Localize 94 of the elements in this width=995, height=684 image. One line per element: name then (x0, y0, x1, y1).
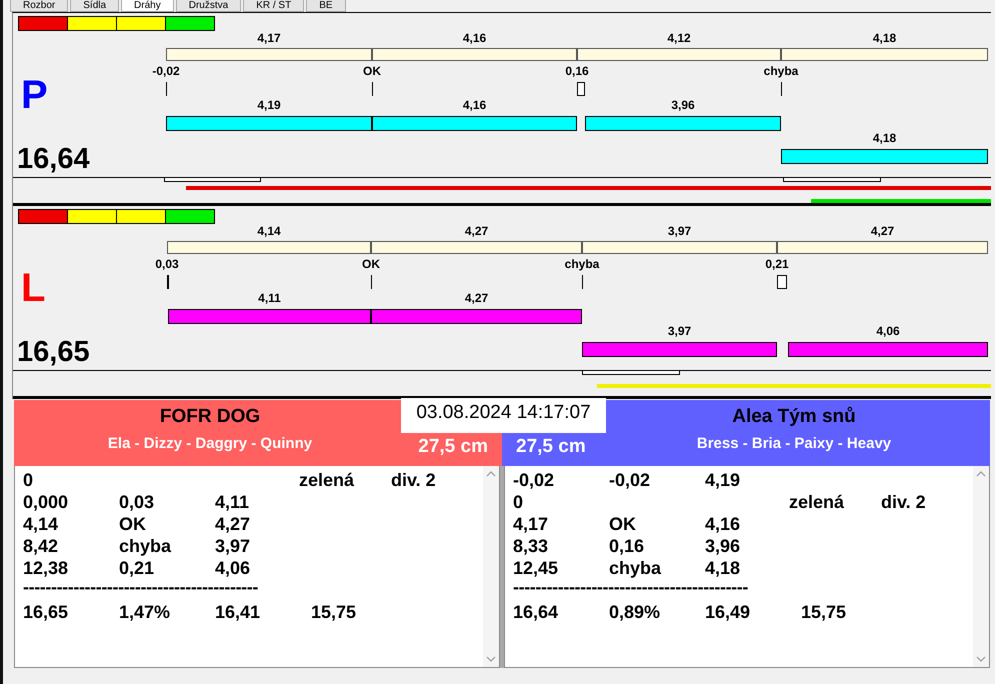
segment-value: 4,17 (256, 32, 282, 45)
lane-letter: L (21, 268, 46, 308)
tick-mark (371, 275, 372, 289)
distance-value: 27,5 cm (418, 436, 488, 458)
list-cell-text: -0,02 (609, 469, 652, 491)
mark-label: 0,21 (765, 258, 789, 271)
run-value: 3,96 (670, 99, 696, 112)
lane-total: 16,65 (17, 337, 90, 367)
run-value: 3,97 (666, 325, 692, 338)
run-value: 4,16 (462, 99, 488, 112)
run-value: 4,18 (872, 132, 898, 145)
list-cell-text: 4,06 (215, 557, 252, 579)
list-cell-text: 16,64 (513, 601, 560, 623)
list-cell-text: OK (609, 513, 637, 535)
list-cell-text: 0 (23, 469, 34, 491)
list-cell-text: 12,45 (513, 557, 560, 579)
distance-value: 27,5 cm (516, 436, 586, 458)
list-cell-text: 0 (513, 491, 524, 513)
segment-value: 4,27 (870, 225, 896, 238)
mark-label: 0,03 (155, 258, 179, 271)
list-cell-text: 0,89% (609, 601, 662, 623)
mark-label: OK (362, 258, 380, 271)
tab[interactable]: Dráhy (121, 0, 174, 12)
list-cell-text: 16,49 (705, 601, 752, 623)
segment-value: 4,12 (666, 32, 692, 45)
date-time: 03.08.2024 14:17:07 (401, 398, 606, 433)
lane-total: 16,64 (17, 144, 90, 174)
team-name: Alea Tým snů (731, 406, 857, 428)
list-cell-text: 4,14 (23, 513, 60, 535)
list-cell-text: zelená (789, 491, 846, 513)
marker-box (777, 275, 787, 289)
list-cell-text: chyba (609, 557, 662, 579)
list-cell-text: 0,16 (609, 535, 646, 557)
segment-value: 4,16 (462, 32, 488, 45)
tick-mark (166, 82, 167, 96)
segment-value: 4,27 (464, 225, 490, 238)
marker-box (577, 82, 585, 96)
team-name: FOFR DOG (158, 406, 262, 428)
list-cell-text: 12,38 (23, 557, 70, 579)
scroll-up-icon[interactable] (486, 471, 496, 477)
list-cell-text: 4,18 (705, 557, 742, 579)
lane-letter: P (21, 75, 48, 115)
scrollbar[interactable] (483, 466, 499, 667)
list-cell-text: 16,65 (23, 601, 70, 623)
separator-line: ------------------------------------------ (23, 579, 258, 599)
tab[interactable]: BE (306, 0, 346, 12)
segment-value: 3,97 (666, 225, 692, 238)
list-cell-text: 4,11 (215, 491, 250, 513)
tab[interactable]: Rozbor (10, 0, 68, 12)
list-cell-text: OK (119, 513, 147, 535)
scroll-down-icon[interactable] (486, 656, 496, 662)
list-cell-text: 15,75 (801, 601, 848, 623)
list-cell-text: 1,47% (119, 601, 172, 623)
tick-mark (781, 82, 782, 96)
list-cell-text: 4,19 (705, 469, 742, 491)
list-cell-text: 4,17 (513, 513, 550, 535)
team-members: Bress - Bria - Paixy - Heavy (696, 435, 892, 452)
team-members: Ela - Dizzy - Daggry - Quinny (106, 435, 314, 452)
mark-label: OK (363, 65, 381, 78)
segment-value: 4,14 (256, 225, 282, 238)
separator-line: ------------------------------------------ (513, 579, 748, 599)
list-cell-text: chyba (119, 535, 172, 557)
run-value: 4,27 (464, 292, 490, 305)
tick-mark (582, 275, 583, 289)
list-cell-text: 16,41 (215, 601, 262, 623)
tab[interactable]: Družstva (176, 0, 242, 12)
mark-label: chyba (764, 65, 798, 78)
list-cell-text: 8,42 (23, 535, 60, 557)
list-cell-text: -0,02 (513, 469, 556, 491)
list-cell-text: zelená (299, 469, 356, 491)
list-cell-text: 0,03 (119, 491, 156, 513)
run-value: 4,11 (257, 292, 282, 305)
list-cell-text: 15,75 (311, 601, 358, 623)
run-value: 4,06 (875, 325, 901, 338)
scrollbar[interactable] (973, 466, 989, 667)
run-value: 4,19 (256, 99, 282, 112)
list-cell-text: 3,97 (215, 535, 252, 557)
list-cell-text: div. 2 (391, 469, 437, 491)
mark-label: 0,16 (565, 65, 589, 78)
scroll-up-icon[interactable] (976, 471, 986, 477)
list-cell-text: 4,16 (705, 513, 742, 535)
list-cell-text: 0,000 (23, 491, 70, 513)
mark-label: -0,02 (152, 65, 180, 78)
scroll-down-icon[interactable] (976, 656, 986, 662)
tab[interactable]: Sídla (70, 0, 120, 12)
tick-mark (372, 82, 373, 96)
segment-value: 4,18 (872, 32, 898, 45)
list-cell-text: 0,21 (119, 557, 156, 579)
tab[interactable]: KR / ST (243, 0, 304, 12)
list-cell-text: 3,96 (705, 535, 742, 557)
list-cell-text: 4,27 (215, 513, 252, 535)
mark-label: chyba (564, 258, 600, 271)
list-cell-text: div. 2 (881, 491, 927, 513)
list-cell-text: 8,33 (513, 535, 550, 557)
